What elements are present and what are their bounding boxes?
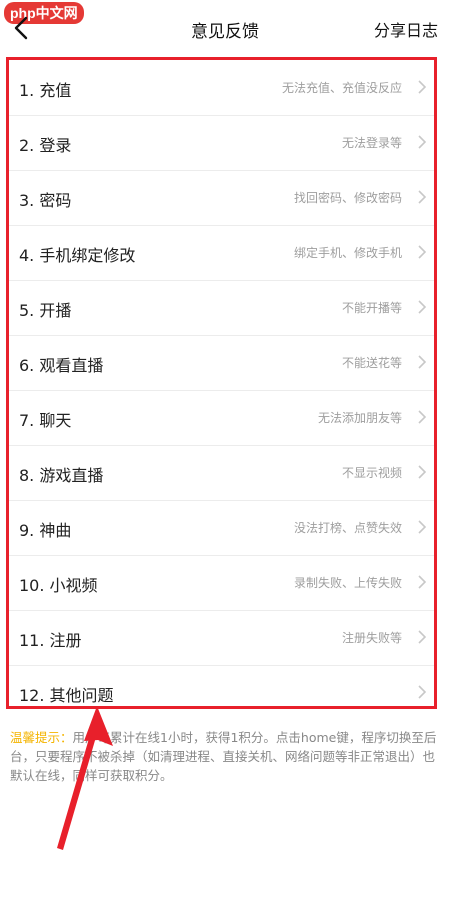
feedback-item-hint: 没法打榜、点赞失效 bbox=[293, 521, 402, 535]
feedback-item-label: 3. 密码 bbox=[19, 191, 72, 210]
feedback-category-list: 1. 充值 无法充值、充值没反应 2. 登录 无法登录等 3. 密码 找回密码、修改密码 4… bbox=[6, 57, 437, 709]
feedback-item-label: 2. 登录 bbox=[19, 136, 72, 155]
feedback-item[interactable]: 12. 其他问题 bbox=[9, 665, 434, 720]
feedback-item-hint: 不显示视频 bbox=[341, 466, 402, 480]
chevron-right-icon bbox=[418, 245, 427, 259]
feedback-item[interactable]: 9. 神曲 没法打榜、点赞失效 bbox=[9, 500, 434, 556]
chevron-right-icon bbox=[418, 300, 427, 314]
feedback-item[interactable]: 4. 手机绑定修改 绑定手机、修改手机 bbox=[9, 225, 434, 281]
chevron-right-icon bbox=[418, 135, 427, 149]
chevron-right-icon bbox=[418, 355, 427, 369]
feedback-item-hint: 无法添加朋友等 bbox=[317, 411, 402, 425]
feedback-item-label: 11. 注册 bbox=[19, 631, 82, 650]
feedback-item-hint: 无法登录等 bbox=[341, 136, 402, 150]
feedback-item-hint: 注册失败等 bbox=[341, 631, 402, 645]
feedback-item[interactable]: 6. 观看直播 不能送花等 bbox=[9, 335, 434, 391]
feedback-item-label: 7. 聊天 bbox=[19, 411, 72, 430]
chevron-right-icon bbox=[418, 520, 427, 534]
feedback-item-label: 6. 观看直播 bbox=[19, 356, 104, 375]
header: 意见反馈 分享日志 bbox=[0, 0, 450, 56]
feedback-item-label: 12. 其他问题 bbox=[19, 686, 114, 705]
feedback-item-hint: 找回密码、修改密码 bbox=[293, 191, 402, 205]
feedback-item[interactable]: 3. 密码 找回密码、修改密码 bbox=[9, 170, 434, 226]
feedback-item-label: 8. 游戏直播 bbox=[19, 466, 104, 485]
feedback-item[interactable]: 7. 聊天 无法添加朋友等 bbox=[9, 390, 434, 446]
feedback-item[interactable]: 11. 注册 注册失败等 bbox=[9, 610, 434, 666]
chevron-right-icon bbox=[418, 80, 427, 94]
tip-text: 温馨提示：用户每累计在线1小时，获得1积分。点击home键，程序切换至后台，只要… bbox=[10, 728, 438, 785]
chevron-right-icon bbox=[418, 685, 427, 699]
feedback-item-hint: 录制失败、上传失败 bbox=[293, 576, 402, 590]
feedback-item-hint: 无法充值、充值没反应 bbox=[281, 81, 402, 95]
feedback-item-hint: 不能送花等 bbox=[341, 356, 402, 370]
feedback-item[interactable]: 1. 充值 无法充值、充值没反应 bbox=[9, 60, 434, 116]
feedback-item[interactable]: 2. 登录 无法登录等 bbox=[9, 115, 434, 171]
feedback-item-label: 5. 开播 bbox=[19, 301, 72, 320]
feedback-item-label: 4. 手机绑定修改 bbox=[19, 246, 136, 265]
feedback-item[interactable]: 10. 小视频 录制失败、上传失败 bbox=[9, 555, 434, 611]
tip-body: 用户每累计在线1小时，获得1积分。点击home键，程序切换至后台，只要程序不被杀… bbox=[10, 730, 437, 783]
feedback-item-label: 1. 充值 bbox=[19, 81, 72, 100]
feedback-item-hint: 不能开播等 bbox=[341, 301, 402, 315]
share-log-button[interactable]: 分享日志 bbox=[374, 17, 438, 41]
chevron-right-icon bbox=[418, 190, 427, 204]
feedback-item-hint: 绑定手机、修改手机 bbox=[293, 246, 402, 260]
feedback-item-label: 9. 神曲 bbox=[19, 521, 72, 540]
chevron-right-icon bbox=[418, 465, 427, 479]
tip-label: 温馨提示： bbox=[10, 730, 73, 745]
feedback-item[interactable]: 8. 游戏直播 不显示视频 bbox=[9, 445, 434, 501]
chevron-right-icon bbox=[418, 630, 427, 644]
feedback-item-label: 10. 小视频 bbox=[19, 576, 98, 595]
feedback-item[interactable]: 5. 开播 不能开播等 bbox=[9, 280, 434, 336]
chevron-right-icon bbox=[418, 575, 427, 589]
chevron-right-icon bbox=[418, 410, 427, 424]
